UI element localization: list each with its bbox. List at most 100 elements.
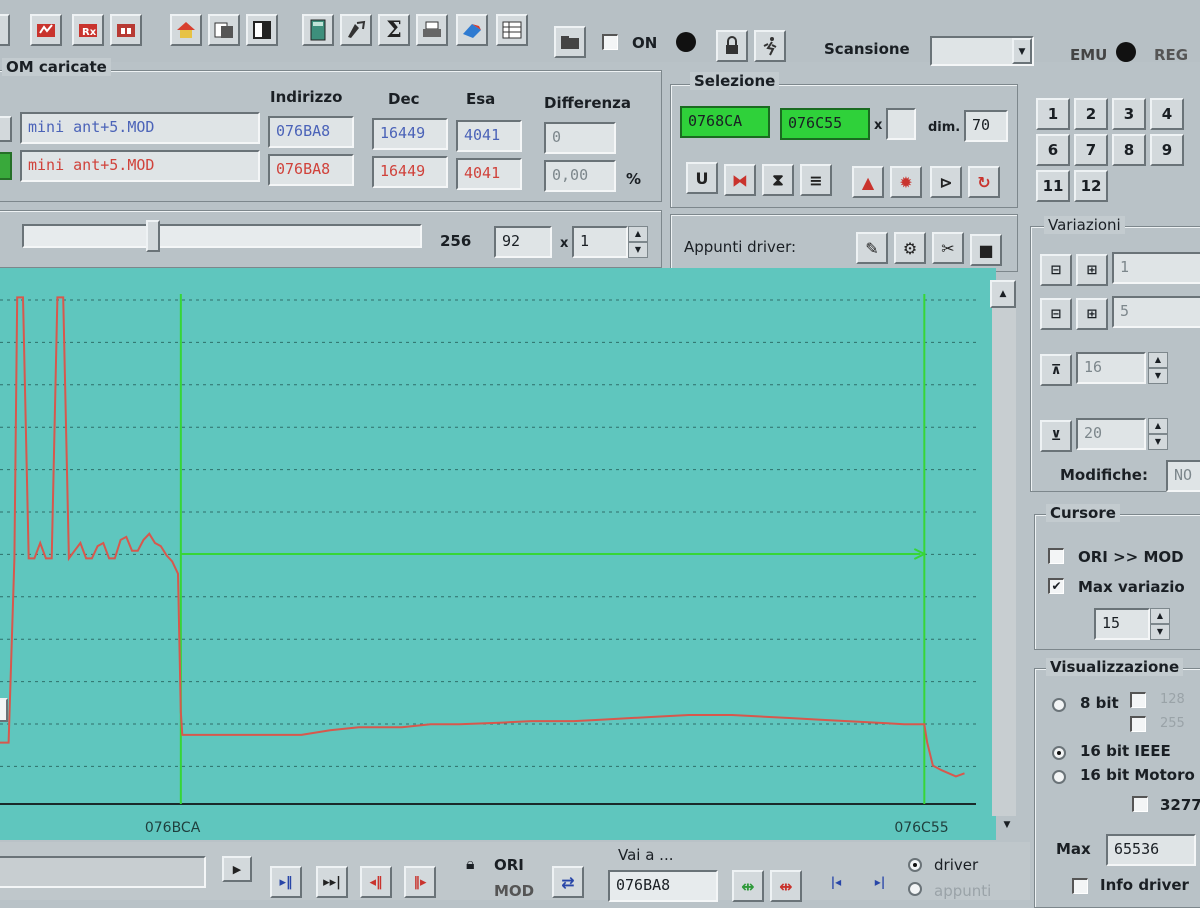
selection-end-field[interactable]: 076C55 (780, 108, 870, 140)
toolbar-edge-button[interactable] (0, 14, 10, 46)
note-cut-icon[interactable]: ✂ (932, 232, 964, 264)
modified-file-field[interactable]: mini ant+5.MOD (20, 150, 260, 182)
chart-scrollbar-up[interactable]: ▲ (990, 280, 1016, 308)
lock-icon[interactable] (716, 30, 748, 62)
chevron-down-icon[interactable]: ▼ (1012, 38, 1032, 64)
dim-field[interactable]: 70 (964, 110, 1008, 142)
multiplier-spinner[interactable]: ▲ ▼ (628, 226, 648, 258)
slider-value-field[interactable]: 92 (494, 226, 552, 258)
ori-mod-checkbox[interactable] (1048, 548, 1064, 564)
map-key-7[interactable]: 7 (1074, 134, 1108, 166)
bit8-opt2-checkbox[interactable] (1130, 716, 1146, 732)
zoom-slider-handle[interactable] (146, 220, 160, 252)
var-shift-up-icon[interactable]: ⊼ (1040, 354, 1072, 386)
play-icon[interactable]: ▶ (222, 856, 252, 882)
export-icon[interactable]: ⊳ (930, 166, 962, 198)
chart-scrollbar-track[interactable] (992, 308, 1016, 816)
goto-field[interactable]: 076BA8 (608, 870, 718, 902)
ori-toggle-label[interactable]: ORI (494, 856, 524, 874)
map-key-1[interactable]: 1 (1036, 98, 1070, 130)
original-select-button[interactable] (0, 116, 12, 142)
on-checkbox[interactable] (602, 34, 618, 50)
home-icon[interactable] (170, 14, 202, 46)
var-shift-down-icon[interactable]: ⊻ (1040, 420, 1072, 452)
ieee-radio[interactable] (1052, 746, 1066, 760)
map-key-6[interactable]: 6 (1036, 134, 1070, 166)
table-icon[interactable] (496, 14, 528, 46)
map-key-2[interactable]: 2 (1074, 98, 1108, 130)
sel-left-icon[interactable]: U (686, 162, 718, 194)
note-tools-icon[interactable]: ⚙ (894, 232, 926, 264)
max-variation-field[interactable]: 15 (1094, 608, 1150, 640)
paste-icon[interactable]: ▲ (852, 166, 884, 198)
notes-radio[interactable] (908, 882, 922, 896)
variation-value-2[interactable]: 5 (1112, 296, 1200, 328)
runner-icon[interactable] (754, 30, 786, 62)
mod-toggle-label[interactable]: MOD (494, 882, 534, 900)
variation-value-1[interactable]: 1 (1112, 252, 1200, 284)
modified-select-button[interactable] (0, 152, 12, 180)
window-icon[interactable] (246, 14, 278, 46)
map-key-9[interactable]: 9 (1150, 134, 1184, 166)
map-key-11[interactable]: 11 (1036, 170, 1070, 202)
sel-all-icon[interactable]: ≡ (800, 164, 832, 196)
sel-range-icon[interactable]: ⧗ (762, 164, 794, 196)
variation-3-spinner[interactable]: ▲ ▼ (1148, 352, 1168, 384)
goto-next-icon[interactable]: ⇹ (770, 870, 802, 902)
chart-left-tab[interactable] (0, 698, 8, 722)
open-folder-icon[interactable] (554, 26, 586, 58)
scan-select[interactable]: ▼ (930, 36, 1034, 66)
edit-tool-icon[interactable] (340, 14, 372, 46)
map-key-12[interactable]: 12 (1074, 170, 1108, 202)
motorola-opt-checkbox[interactable] (1132, 796, 1148, 812)
swap-icon[interactable]: ⇄ (552, 866, 584, 898)
step-forward-icon[interactable]: ▸‖ (270, 866, 302, 898)
open-modified-icon[interactable]: Rx (72, 14, 104, 46)
calculator-icon[interactable] (302, 14, 334, 46)
variation-value-3[interactable]: 16 (1076, 352, 1146, 384)
map-key-8[interactable]: 8 (1112, 134, 1146, 166)
open-original-icon[interactable] (30, 14, 62, 46)
max-select[interactable]: 65536 (1106, 834, 1196, 866)
selection-start-field[interactable]: 0768CA (680, 106, 770, 138)
original-address-field[interactable]: 076BA8 (268, 116, 354, 148)
driver-radio[interactable] (908, 858, 922, 872)
3d-map-icon[interactable] (456, 14, 488, 46)
note-stop-icon[interactable]: ■ (970, 234, 1002, 266)
step-back-icon[interactable]: ‖▸ (404, 866, 436, 898)
var-percent-down-icon[interactable]: ⊟ (1040, 298, 1072, 330)
gear-icon[interactable]: ✹ (890, 166, 922, 198)
zoom-slider-track[interactable] (22, 224, 422, 248)
var-percent-up-icon[interactable]: ⊞ (1076, 298, 1108, 330)
var-increase-icon[interactable]: ⊞ (1076, 254, 1108, 286)
reset-icon[interactable]: ↻ (968, 166, 1000, 198)
print-icon[interactable] (416, 14, 448, 46)
jump-start-icon[interactable]: |◂ (820, 866, 852, 898)
bit8-opt1-checkbox[interactable] (1130, 692, 1146, 708)
fast-forward-icon[interactable]: ▸▸| (316, 866, 348, 898)
chart-scrollbar-down[interactable]: ▼ (996, 814, 1018, 836)
map-key-3[interactable]: 3 (1112, 98, 1146, 130)
bit8-radio[interactable] (1052, 698, 1066, 712)
goto-prev-icon[interactable]: ⇹ (732, 870, 764, 902)
graph-area[interactable]: 076BCA 076C55 (0, 268, 996, 840)
var-decrease-icon[interactable]: ⊟ (1040, 254, 1072, 286)
rewind-icon[interactable]: ◂‖ (360, 866, 392, 898)
info-driver-checkbox[interactable] (1072, 878, 1088, 894)
sum-icon[interactable]: Σ (378, 14, 410, 46)
jump-end-icon[interactable]: ▸| (864, 866, 896, 898)
note-add-icon[interactable]: ✎ (856, 232, 888, 264)
documents-icon[interactable] (208, 14, 240, 46)
variation-value-4[interactable]: 20 (1076, 418, 1146, 450)
motorola-radio[interactable] (1052, 770, 1066, 784)
selection-x-field[interactable] (886, 108, 916, 140)
original-file-field[interactable]: mini ant+5.MOD (20, 112, 260, 144)
max-variation-checkbox[interactable]: ✔ (1048, 578, 1064, 594)
modified-address-field[interactable]: 076BA8 (268, 154, 354, 186)
variation-4-spinner[interactable]: ▲ ▼ (1148, 418, 1168, 450)
max-variation-spinner[interactable]: ▲ ▼ (1150, 608, 1170, 640)
map-key-4[interactable]: 4 (1150, 98, 1184, 130)
sel-mark-icon[interactable]: ⧓ (724, 164, 756, 196)
compare-icon[interactable] (110, 14, 142, 46)
multiplier-field[interactable]: 1 (572, 226, 628, 258)
